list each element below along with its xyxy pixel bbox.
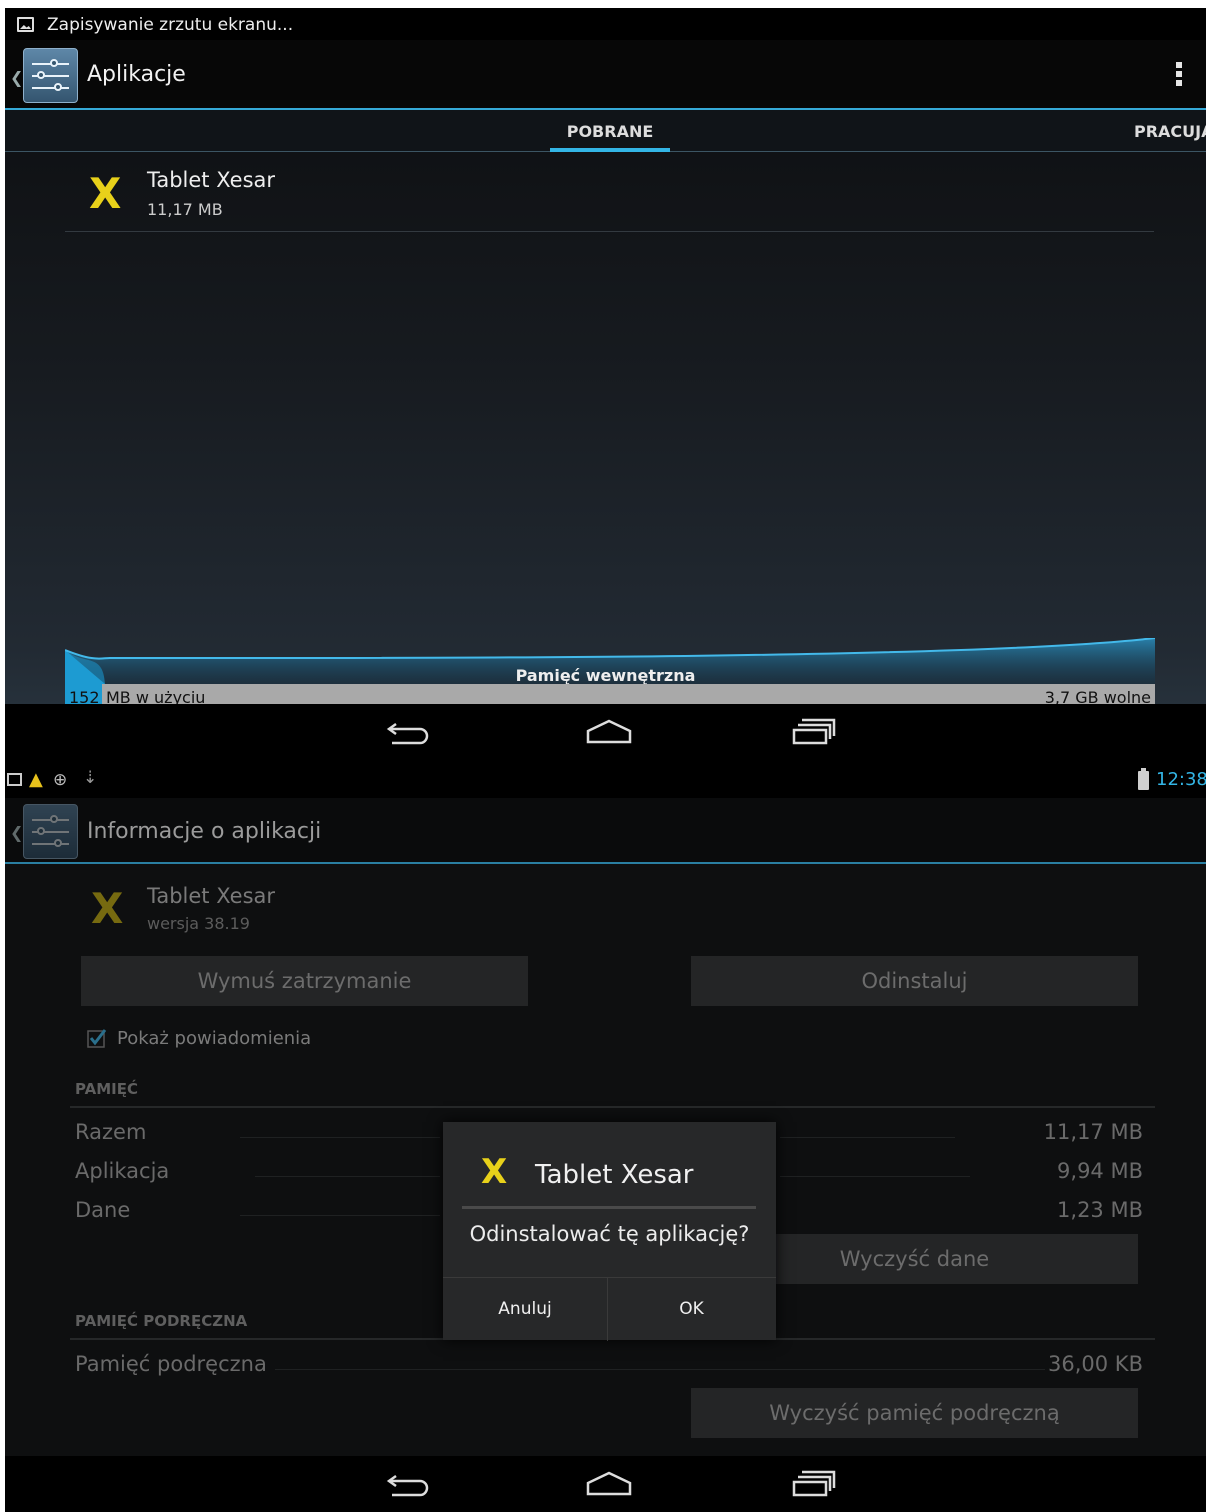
- recent-apps-icon[interactable]: [792, 1470, 836, 1498]
- overflow-menu-icon[interactable]: [1176, 62, 1182, 89]
- home-icon[interactable]: [585, 1470, 633, 1498]
- app-name: Tablet Xesar: [147, 168, 276, 192]
- clock: 12:38: [1156, 769, 1206, 790]
- up-caret-icon[interactable]: ❮: [10, 68, 23, 87]
- back-icon[interactable]: [386, 1470, 430, 1498]
- app-x-icon: X: [91, 884, 124, 933]
- dialog-title: Tablet Xesar: [535, 1160, 694, 1190]
- memory-total-label: Razem: [75, 1120, 147, 1144]
- clear-cache-button[interactable]: Wyczyść pamięć podręczną: [691, 1388, 1138, 1438]
- memory-app-label: Aplikacja: [75, 1159, 170, 1183]
- divider: [240, 1137, 440, 1138]
- app-list: X Tablet Xesar 11,17 MB Pamięć wewnętrzn…: [5, 152, 1206, 712]
- download-icon: ⇣: [83, 768, 98, 788]
- navigation-bar: [5, 1456, 1206, 1512]
- force-stop-button[interactable]: Wymuś zatrzymanie: [81, 956, 528, 1006]
- divider: [275, 1369, 1045, 1370]
- settings-app-icon[interactable]: [23, 48, 78, 103]
- divider: [780, 1176, 970, 1177]
- dialog-button-row: Anuluj OK: [443, 1277, 776, 1341]
- memory-app-value: 9,94 MB: [1057, 1159, 1143, 1183]
- ok-button[interactable]: OK: [609, 1278, 774, 1341]
- app-x-icon: X: [481, 1152, 508, 1192]
- tab-downloaded[interactable]: POBRANE: [550, 122, 670, 141]
- page-title: Aplikacje: [87, 62, 186, 87]
- back-icon[interactable]: [386, 718, 430, 746]
- notification-bar: Zapisywanie zrzutu ekranu...: [5, 8, 1206, 40]
- battery-icon: [1138, 768, 1149, 790]
- tab-strip: POBRANE PRACUJĄ: [5, 110, 1206, 152]
- cache-label: Pamięć podręczna: [75, 1352, 267, 1376]
- dialog-message: Odinstalować tę aplikację?: [469, 1222, 750, 1246]
- memory-data-label: Dane: [75, 1198, 131, 1222]
- list-item[interactable]: X Tablet Xesar 11,17 MB: [65, 152, 1154, 232]
- recent-apps-icon[interactable]: [792, 718, 836, 746]
- divider: [780, 1137, 955, 1138]
- storage-title: Pamięć wewnętrzna: [515, 666, 696, 685]
- app-info-screen: ▲ ⊕ ⇣ 12:38 ❮ Informacje o aplikacji X T…: [5, 760, 1206, 1512]
- divider: [70, 1106, 1155, 1108]
- settings-app-icon[interactable]: [23, 804, 78, 859]
- show-notifications-label: Pokaż powiadomienia: [117, 1028, 312, 1049]
- action-bar: ❮ Informacje o aplikacji: [5, 798, 1206, 864]
- memory-total-value: 11,17 MB: [1043, 1120, 1143, 1144]
- action-bar: ❮ Aplikacje: [5, 40, 1206, 110]
- memory-data-value: 1,23 MB: [1057, 1198, 1143, 1222]
- app-size: 11,17 MB: [147, 200, 223, 219]
- uninstall-dialog: X Tablet Xesar Odinstalować tę aplikację…: [443, 1122, 776, 1341]
- screenshot-icon: [17, 17, 34, 32]
- divider: [240, 1215, 440, 1216]
- tab-running[interactable]: PRACUJĄ: [1134, 122, 1206, 141]
- app-name: Tablet Xesar: [147, 884, 276, 908]
- app-version: wersja 38.19: [147, 914, 250, 933]
- home-icon[interactable]: [585, 718, 633, 746]
- status-bar: ▲ ⊕ ⇣ 12:38: [5, 760, 1206, 798]
- screenshot-icon: [7, 773, 22, 786]
- navigation-bar: [5, 704, 1206, 760]
- app-x-icon: X: [89, 169, 122, 218]
- cache-value: 36,00 KB: [1048, 1352, 1143, 1376]
- show-notifications-checkbox[interactable]: [87, 1028, 107, 1048]
- divider: [255, 1176, 440, 1177]
- dialog-divider: [462, 1206, 756, 1209]
- globe-icon: ⊕: [53, 770, 68, 790]
- cache-section-header: PAMIĘĆ PODRĘCZNA: [75, 1312, 248, 1330]
- apps-screen: Zapisywanie zrzutu ekranu... ❮ Aplikacje…: [5, 8, 1206, 760]
- notification-text: Zapisywanie zrzutu ekranu...: [47, 15, 294, 35]
- memory-section-header: PAMIĘĆ: [75, 1080, 138, 1098]
- up-caret-icon[interactable]: ❮: [10, 823, 23, 842]
- warning-icon: ▲: [29, 769, 43, 790]
- app-info-content: X Tablet Xesar wersja 38.19 Wymuś zatrzy…: [5, 864, 1206, 1456]
- page-title: Informacje o aplikacji: [87, 819, 322, 844]
- uninstall-button[interactable]: Odinstaluj: [691, 956, 1138, 1006]
- cancel-button[interactable]: Anuluj: [443, 1278, 608, 1341]
